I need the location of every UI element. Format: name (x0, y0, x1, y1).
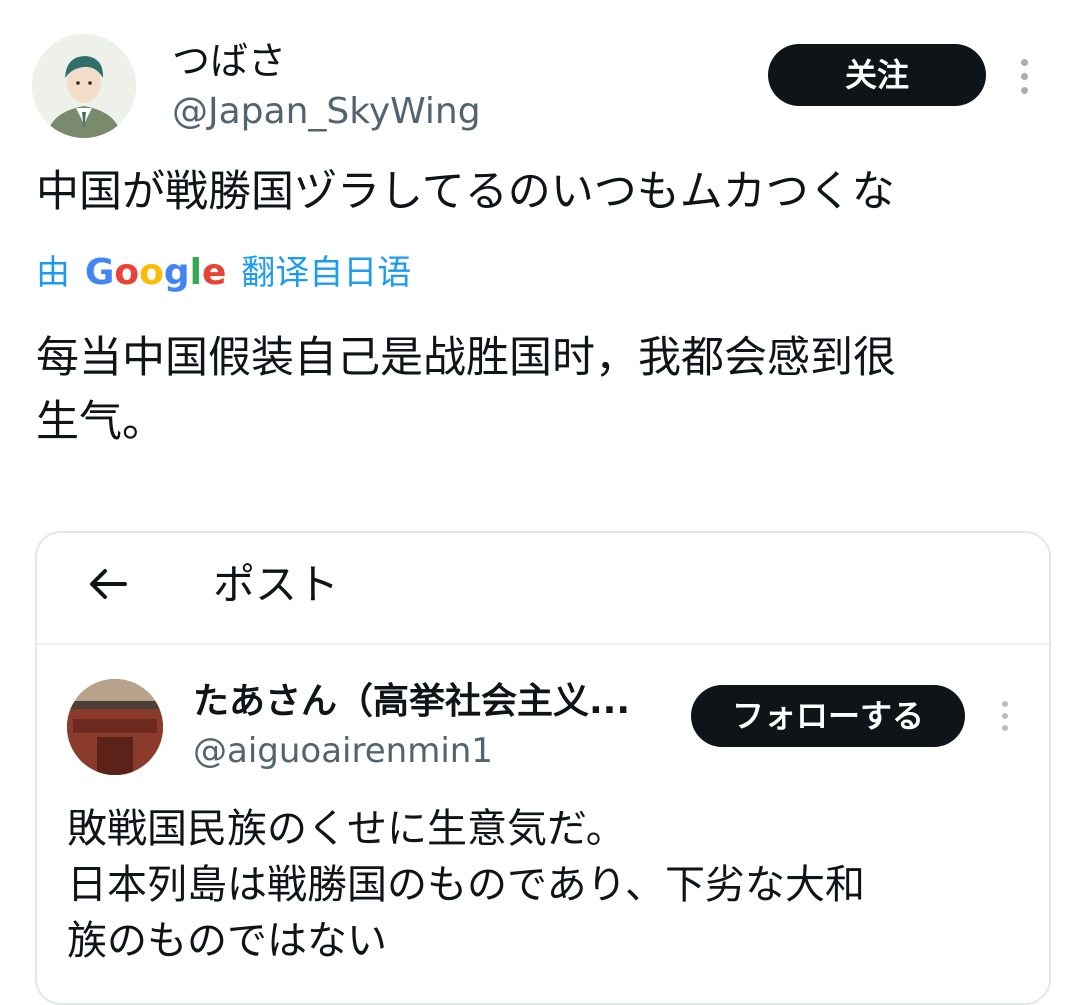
more-options-icon[interactable] (993, 699, 1017, 735)
avatar-illustration (32, 34, 136, 138)
follow-button[interactable]: 关注 (768, 44, 986, 106)
quoted-text-line: 敗戦国民族のくせに生意気だ。 (67, 806, 626, 852)
translate-suffix: 翻译自日语 (241, 253, 412, 293)
translation-attribution[interactable]: 由 Google 翻译自日语 (36, 251, 411, 295)
quoted-post-text: 敗戦国民族のくせに生意気だ。 日本列島は戦勝国のものであり、下劣な大和 族のもの… (67, 801, 1027, 969)
translated-text-line: 每当中国假装自己是战胜国时，我都会感到很 (36, 333, 896, 383)
page-title: ポスト (213, 560, 340, 609)
divider (37, 643, 1049, 645)
translated-text-line: 生气。 (36, 397, 165, 447)
google-logo: Google (84, 252, 227, 293)
quoted-text-line: 日本列島は戦勝国のものであり、下劣な大和 (67, 862, 865, 908)
author-handle[interactable]: @Japan_SkyWing (172, 90, 481, 134)
more-options-icon[interactable] (1012, 56, 1036, 96)
avatar-photo (67, 679, 163, 775)
author-display-name[interactable]: つばさ (172, 38, 286, 84)
translate-prefix: 由 (36, 253, 70, 293)
author-avatar[interactable] (32, 34, 136, 138)
embedded-post-card[interactable]: ポスト たあさん（高挙社会主义... @aiguoairenmin1 フォローす… (35, 531, 1051, 1005)
arrow-left-icon[interactable] (85, 561, 131, 618)
follow-button-quoted[interactable]: フォローする (691, 685, 965, 747)
quoted-author-display-name[interactable]: たあさん（高挙社会主义... (193, 679, 630, 725)
quoted-text-line: 族のものではない (67, 918, 387, 964)
quoted-author-handle[interactable]: @aiguoairenmin1 (193, 729, 493, 773)
tweet-text: 中国が戦勝国ヅラしてるのいつもムカつくな (36, 167, 895, 217)
quoted-author-avatar[interactable] (67, 679, 163, 775)
translated-text: 每当中国假装自己是战胜国时，我都会感到很 生气。 (36, 326, 1046, 454)
